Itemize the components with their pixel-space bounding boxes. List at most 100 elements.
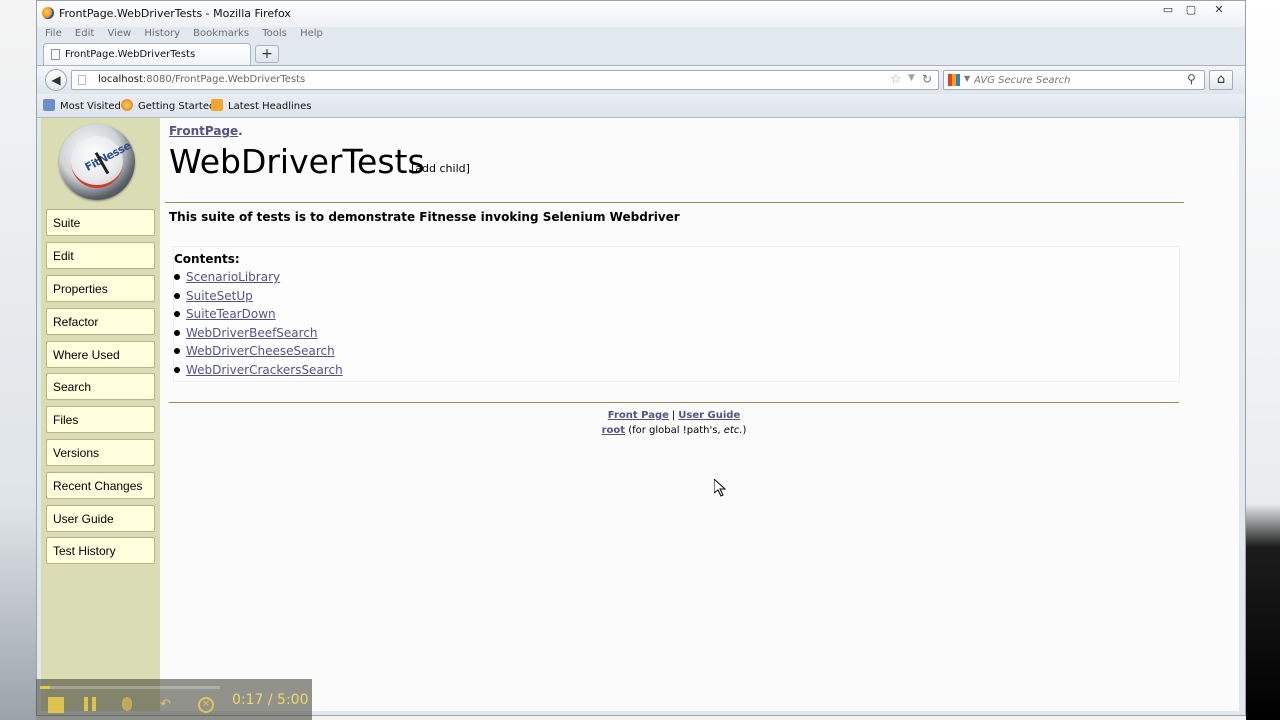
close-icon[interactable]: ✕ bbox=[1208, 3, 1230, 17]
bookmark-label: Latest Headlines bbox=[228, 101, 312, 112]
new-tab-button[interactable]: + bbox=[255, 45, 279, 63]
contents-link-webdrivercrackerssearch[interactable]: WebDriverCrackersSearch bbox=[186, 363, 343, 377]
root-note-etc: etc. bbox=[723, 425, 743, 436]
sidebar-item-properties[interactable]: Properties bbox=[46, 275, 155, 302]
footer-root-line: root (for global !path's, etc.) bbox=[169, 423, 1179, 438]
contents-link-suiteteardown[interactable]: SuiteTearDown bbox=[186, 307, 276, 321]
menu-tools[interactable]: Tools bbox=[262, 28, 287, 39]
url-dropdown-icon[interactable]: ▼ bbox=[908, 73, 915, 83]
footer-link-root[interactable]: root bbox=[602, 425, 625, 436]
rss-feed-icon bbox=[211, 99, 223, 111]
list-item: ScenarioLibrary bbox=[174, 268, 343, 287]
contents-box: Contents: ScenarioLibrary SuiteSetUp Sui… bbox=[173, 246, 1180, 382]
menu-history[interactable]: History bbox=[144, 28, 180, 39]
add-child-link[interactable]: [add child] bbox=[411, 162, 470, 175]
footer-separator: | bbox=[671, 410, 676, 421]
recording-progress-bar bbox=[40, 686, 220, 689]
list-item: SuiteSetUp bbox=[174, 287, 343, 306]
url-text[interactable]: localhost:8080/FrontPage.WebDriverTests bbox=[98, 74, 305, 85]
suite-description: This suite of tests is to demonstrate Fi… bbox=[169, 210, 680, 224]
breadcrumb-separator: . bbox=[238, 124, 243, 138]
tab-label: FrontPage.WebDriverTests bbox=[65, 49, 196, 60]
window-title: FrontPage.WebDriverTests - Mozilla Firef… bbox=[59, 7, 291, 20]
bookmark-label: Getting Started bbox=[138, 101, 216, 112]
main-content: FrontPage. WebDriverTests [add child] Th… bbox=[165, 118, 1219, 711]
fitnesse-logo[interactable]: FitNesse bbox=[59, 124, 135, 200]
home-button[interactable]: ⌂ bbox=[1209, 70, 1233, 90]
page-footer: Front Page | User Guide root (for global !… bbox=[169, 408, 1179, 438]
search-input[interactable] bbox=[974, 73, 1174, 87]
firefox-icon bbox=[121, 99, 133, 111]
sidebar: FitNesse Suite Edit Properties Refactor … bbox=[41, 118, 160, 711]
stop-icon[interactable] bbox=[48, 697, 64, 713]
firefox-icon bbox=[42, 7, 54, 19]
logo-text: FitNesse bbox=[82, 139, 133, 174]
reload-icon[interactable]: ↻ bbox=[922, 72, 932, 86]
contents-label: Contents: bbox=[174, 252, 240, 266]
back-arrow-icon: ◀ bbox=[51, 73, 61, 87]
breadcrumb-link-frontpage[interactable]: FrontPage bbox=[169, 124, 238, 138]
cancel-icon[interactable]: ✕ bbox=[198, 697, 214, 713]
pause-icon[interactable] bbox=[84, 697, 96, 711]
avg-engine-icon[interactable] bbox=[948, 74, 960, 86]
menu-view[interactable]: View bbox=[107, 28, 131, 39]
menu-help[interactable]: Help bbox=[300, 28, 323, 39]
contents-link-webdrivercheesesearch[interactable]: WebDriverCheeseSearch bbox=[186, 344, 335, 358]
root-note: (for global !path's, bbox=[628, 425, 724, 436]
menu-file[interactable]: File bbox=[45, 28, 62, 39]
site-identity-icon[interactable] bbox=[78, 75, 86, 85]
url-bar[interactable]: localhost:8080/FrontPage.WebDriverTests … bbox=[71, 70, 939, 90]
navigation-bar: ◀ localhost:8080/FrontPage.WebDriverTest… bbox=[37, 65, 1245, 95]
footer-divider bbox=[169, 402, 1179, 403]
sidebar-item-files[interactable]: Files bbox=[46, 406, 155, 433]
recording-time: 0:17 / 5:00 bbox=[232, 692, 309, 708]
sidebar-item-where-used[interactable]: Where Used bbox=[46, 341, 155, 368]
search-bar: ▼ ⚲ bbox=[943, 70, 1205, 90]
bookmark-getting-started[interactable]: Getting Started bbox=[121, 99, 215, 112]
most-visited-icon bbox=[43, 99, 55, 111]
browser-window: FrontPage.WebDriverTests - Mozilla Firef… bbox=[36, 0, 1246, 716]
logo-dial: FitNesse bbox=[71, 136, 133, 188]
list-item: WebDriverCrackersSearch bbox=[174, 361, 343, 380]
microphone-icon[interactable] bbox=[122, 697, 132, 711]
sidebar-item-user-guide[interactable]: User Guide bbox=[46, 505, 155, 532]
bookmark-star-icon[interactable]: ☆ bbox=[890, 72, 902, 87]
desktop-left bbox=[0, 0, 36, 720]
sidebar-item-suite[interactable]: Suite bbox=[46, 209, 155, 236]
sidebar-item-recent-changes[interactable]: Recent Changes bbox=[46, 472, 155, 499]
sidebar-item-refactor[interactable]: Refactor bbox=[46, 308, 155, 335]
menu-edit[interactable]: Edit bbox=[75, 28, 94, 39]
title-bar: FrontPage.WebDriverTests - Mozilla Firef… bbox=[37, 1, 1245, 27]
back-button[interactable]: ◀ bbox=[45, 69, 67, 91]
bookmark-latest-headlines[interactable]: Latest Headlines bbox=[211, 99, 312, 112]
recording-progress-fill bbox=[40, 686, 51, 689]
magnifier-icon[interactable]: ⚲ bbox=[1187, 72, 1196, 86]
home-icon: ⌂ bbox=[1216, 72, 1226, 87]
list-item: WebDriverBeefSearch bbox=[174, 324, 343, 343]
footer-link-user-guide[interactable]: User Guide bbox=[678, 410, 740, 421]
footer-link-front-page[interactable]: Front Page bbox=[608, 410, 669, 421]
bookmarks-toolbar: Most Visited Getting Started Latest Head… bbox=[37, 94, 1245, 118]
sidebar-item-versions[interactable]: Versions bbox=[46, 439, 155, 466]
list-item: WebDriverCheeseSearch bbox=[174, 342, 343, 361]
url-host: localhost bbox=[98, 74, 143, 85]
contents-link-scenariolibrary[interactable]: ScenarioLibrary bbox=[186, 270, 280, 284]
minimize-icon[interactable]: ▭ bbox=[1157, 3, 1179, 17]
contents-link-suitesetup[interactable]: SuiteSetUp bbox=[186, 289, 253, 303]
screen-recorder-bar: ↶ ✕ 0:17 / 5:00 bbox=[36, 679, 312, 720]
tab-webdrivertests[interactable]: FrontPage.WebDriverTests bbox=[43, 43, 251, 65]
list-item: SuiteTearDown bbox=[174, 305, 343, 324]
page-icon bbox=[51, 49, 60, 60]
sidebar-item-edit[interactable]: Edit bbox=[46, 242, 155, 269]
url-path: :8080/FrontPage.WebDriverTests bbox=[142, 74, 306, 85]
menu-bookmarks[interactable]: Bookmarks bbox=[193, 28, 249, 39]
undo-icon[interactable]: ↶ bbox=[160, 697, 176, 713]
breadcrumb: FrontPage. bbox=[169, 124, 243, 138]
sidebar-item-test-history[interactable]: Test History bbox=[46, 537, 155, 564]
bookmark-most-visited[interactable]: Most Visited bbox=[43, 99, 121, 112]
bookmark-label: Most Visited bbox=[60, 101, 121, 112]
contents-link-webdriverbeefsearch[interactable]: WebDriverBeefSearch bbox=[186, 326, 318, 340]
maximize-icon[interactable]: ▢ bbox=[1180, 3, 1202, 17]
engine-dropdown-icon[interactable]: ▼ bbox=[964, 74, 970, 83]
sidebar-item-search[interactable]: Search bbox=[46, 373, 155, 400]
